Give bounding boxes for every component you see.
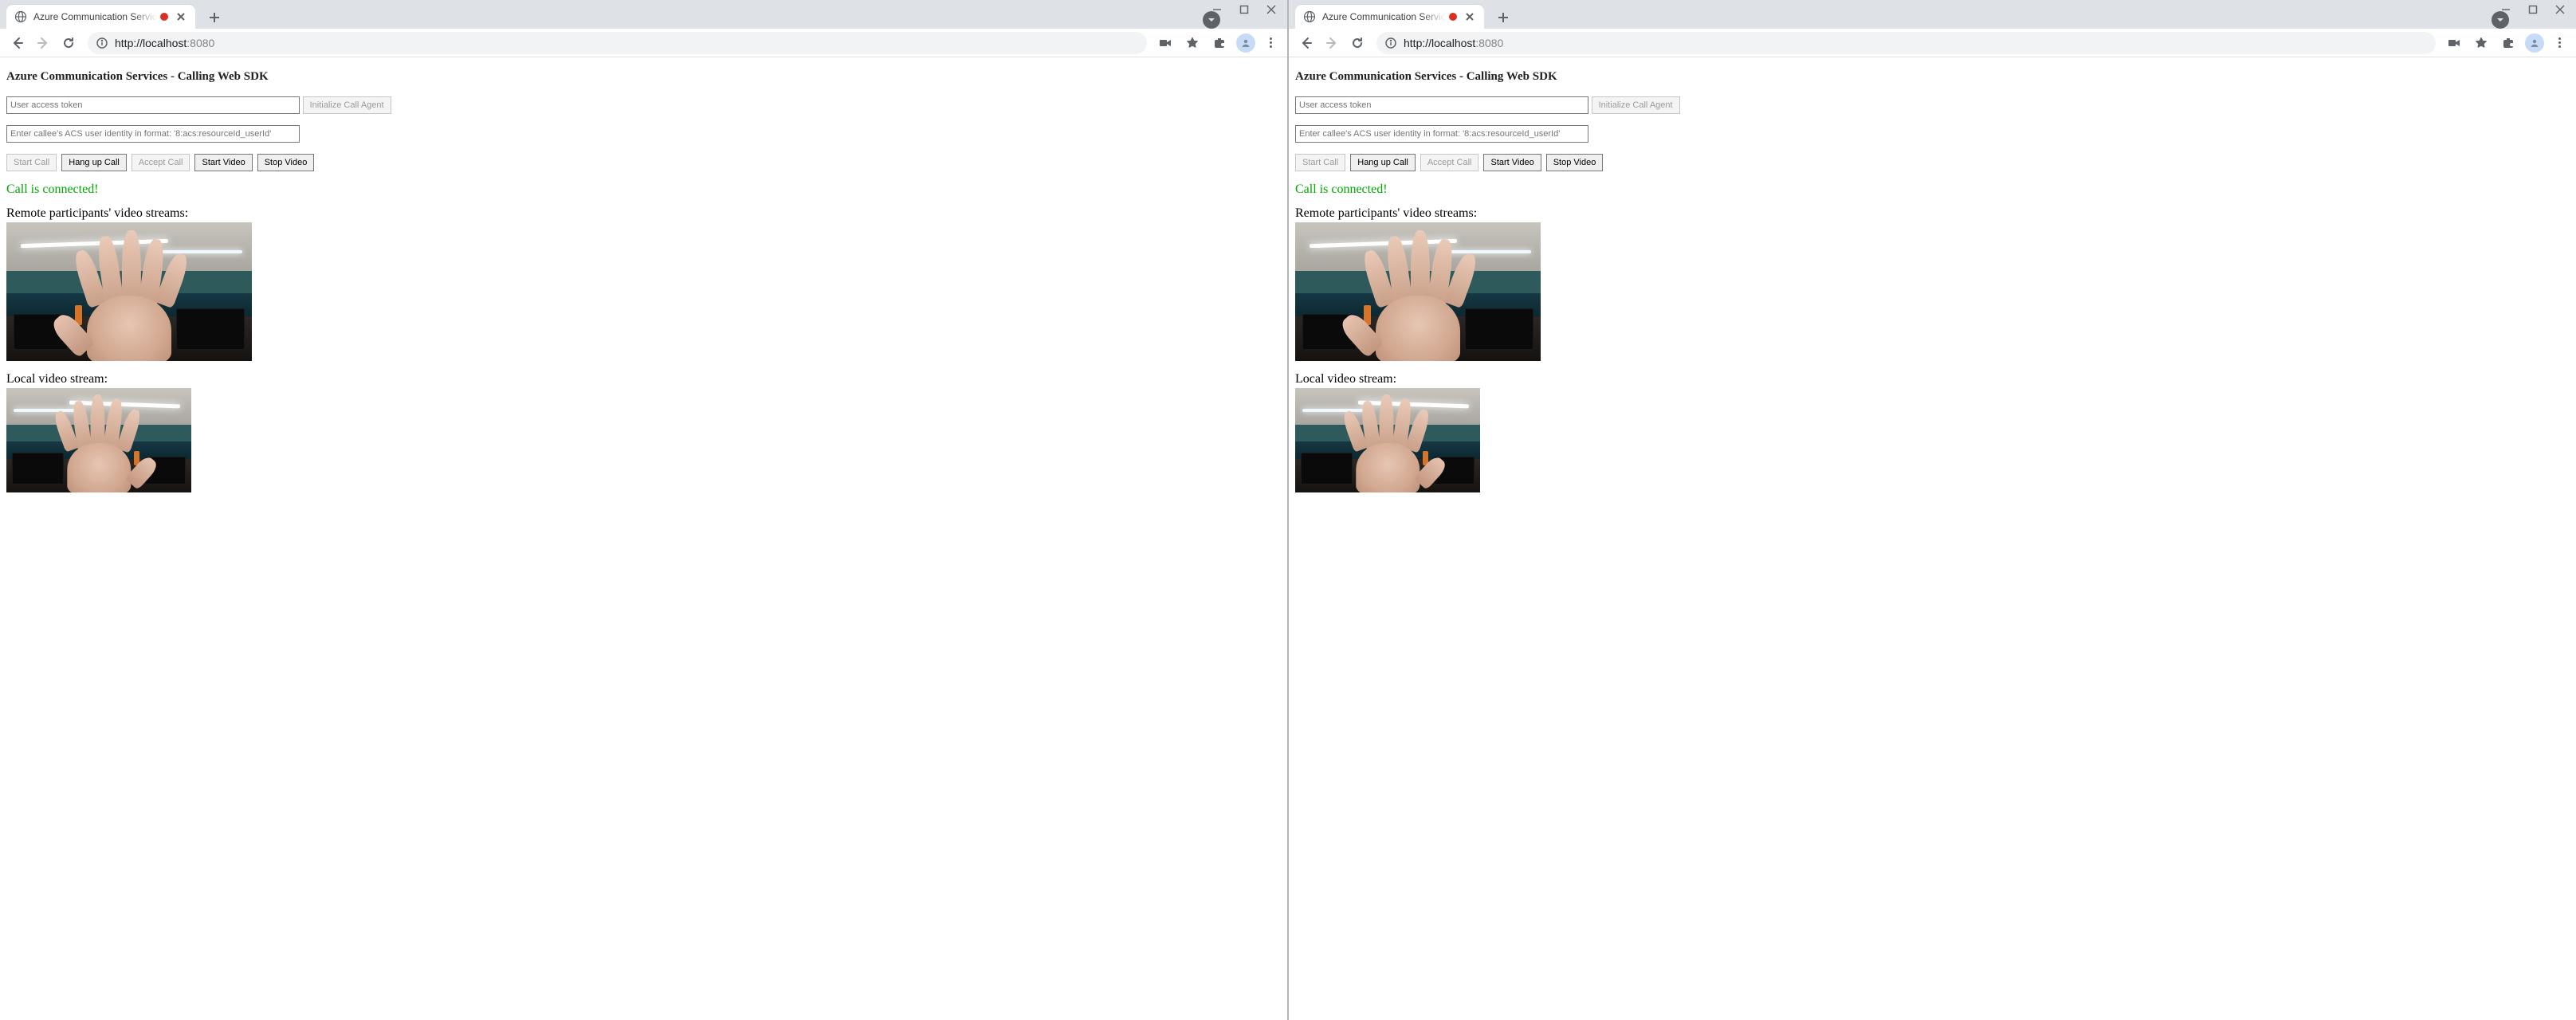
close-icon[interactable] <box>1266 5 1276 17</box>
tab-close-button[interactable] <box>1463 10 1476 23</box>
globe-icon <box>14 10 27 23</box>
call-status-text: Call is connected! <box>6 182 1281 197</box>
call-status-text: Call is connected! <box>1295 182 2570 197</box>
local-video-stream <box>6 388 191 492</box>
menu-button[interactable] <box>2550 37 2568 48</box>
browser-toolbar: http://localhost:8080 <box>1289 29 2576 57</box>
initialize-call-agent-button[interactable]: Initialize Call Agent <box>1592 96 1680 114</box>
close-icon[interactable] <box>2555 5 2565 17</box>
remote-video-label: Remote participants' video streams: <box>1295 206 2570 221</box>
user-access-token-input[interactable] <box>6 96 300 114</box>
title-bar: Azure Communication Servic <box>1289 0 2576 29</box>
profile-avatar[interactable] <box>1236 33 1255 53</box>
hang-up-call-button[interactable]: Hang up Call <box>1350 154 1416 171</box>
browser-tab[interactable]: Azure Communication Servic <box>6 5 195 29</box>
title-bar: Azure Communication Servic <box>0 0 1287 29</box>
back-button[interactable] <box>6 32 29 54</box>
reload-button[interactable] <box>57 32 80 54</box>
local-video-label: Local video stream: <box>6 372 1281 386</box>
recording-indicator-icon <box>1449 13 1457 21</box>
callee-identity-input[interactable] <box>1295 125 1588 143</box>
recording-indicator-icon <box>160 13 168 21</box>
window-controls <box>2501 0 2576 17</box>
bookmark-star-icon[interactable] <box>1182 33 1203 53</box>
globe-icon <box>1303 10 1316 23</box>
callee-identity-input[interactable] <box>6 125 300 143</box>
browser-tab[interactable]: Azure Communication Servic <box>1295 5 1484 29</box>
browser-toolbar: http://localhost:8080 <box>0 29 1287 57</box>
url-text: http://localhost:8080 <box>1404 37 1503 49</box>
hang-up-call-button[interactable]: Hang up Call <box>61 154 127 171</box>
bookmark-star-icon[interactable] <box>2471 33 2492 53</box>
extensions-icon[interactable] <box>2498 33 2519 53</box>
forward-button[interactable] <box>1321 32 1343 54</box>
back-button[interactable] <box>1295 32 1317 54</box>
address-bar[interactable]: http://localhost:8080 <box>88 32 1147 54</box>
tab-strip: Azure Communication Servic <box>1289 0 2576 29</box>
tab-title: Azure Communication Servic <box>33 11 157 22</box>
address-bar[interactable]: http://localhost:8080 <box>1376 32 2436 54</box>
menu-button[interactable] <box>1262 37 1279 48</box>
remote-video-stream <box>6 222 252 361</box>
maximize-icon[interactable] <box>1239 5 1249 17</box>
remote-video-label: Remote participants' video streams: <box>6 206 1281 221</box>
window-controls <box>1212 0 1287 17</box>
tab-search-button[interactable] <box>2492 11 2509 29</box>
new-tab-button[interactable] <box>203 6 226 29</box>
tab-title: Azure Communication Servic <box>1322 11 1446 22</box>
tab-strip: Azure Communication Servic <box>0 0 1287 29</box>
accept-call-button[interactable]: Accept Call <box>132 154 190 171</box>
page-heading: Azure Communication Services - Calling W… <box>1295 70 2570 84</box>
browser-window-right: Azure Communication Servic http://localh… <box>1289 0 2576 1020</box>
camera-indicator-icon[interactable] <box>2444 33 2464 53</box>
url-text: http://localhost:8080 <box>115 37 214 49</box>
extensions-icon[interactable] <box>1209 33 1230 53</box>
stop-video-button[interactable]: Stop Video <box>257 154 315 171</box>
start-video-button[interactable]: Start Video <box>194 154 252 171</box>
browser-window-left: Azure Communication Servic http://localh… <box>0 0 1287 1020</box>
maximize-icon[interactable] <box>2528 5 2538 17</box>
site-info-icon[interactable] <box>1384 37 1397 49</box>
tab-close-button[interactable] <box>175 10 187 23</box>
start-call-button[interactable]: Start Call <box>1295 154 1345 171</box>
local-video-stream <box>1295 388 1480 492</box>
start-video-button[interactable]: Start Video <box>1483 154 1541 171</box>
start-call-button[interactable]: Start Call <box>6 154 57 171</box>
profile-avatar[interactable] <box>2525 33 2544 53</box>
remote-video-stream <box>1295 222 1541 361</box>
forward-button[interactable] <box>32 32 54 54</box>
new-tab-button[interactable] <box>1492 6 1514 29</box>
page-heading: Azure Communication Services - Calling W… <box>6 70 1281 84</box>
initialize-call-agent-button[interactable]: Initialize Call Agent <box>303 96 391 114</box>
site-info-icon[interactable] <box>96 37 108 49</box>
camera-indicator-icon[interactable] <box>1155 33 1176 53</box>
local-video-label: Local video stream: <box>1295 372 2570 386</box>
accept-call-button[interactable]: Accept Call <box>1420 154 1479 171</box>
reload-button[interactable] <box>1346 32 1368 54</box>
stop-video-button[interactable]: Stop Video <box>1546 154 1604 171</box>
page-content: Azure Communication Services - Calling W… <box>1289 57 2576 1020</box>
tab-search-button[interactable] <box>1203 11 1220 29</box>
user-access-token-input[interactable] <box>1295 96 1588 114</box>
page-content: Azure Communication Services - Calling W… <box>0 57 1287 1020</box>
